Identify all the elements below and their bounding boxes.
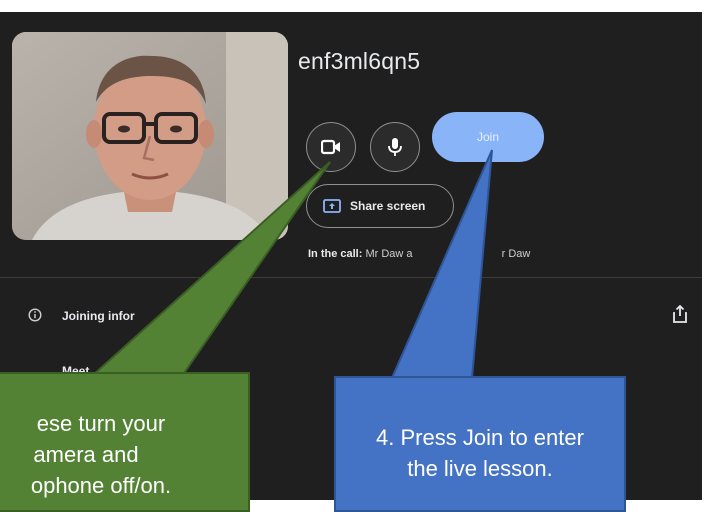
callout-green-line-1: ese turn your: [36, 410, 166, 436]
callout-camera-mic: ese turn your amera and ophone off/on.: [0, 372, 250, 512]
callout-green-line-2: amera and: [33, 441, 139, 467]
blue-callout-pointer: [390, 149, 493, 379]
callout-join: 4. Press Join to enter the live lesson.: [334, 376, 626, 512]
callout-green-line-3: ophone off/on.: [30, 472, 172, 498]
green-callout-pointer: [89, 161, 331, 377]
callout-blue-line-2: the live lesson.: [407, 456, 553, 481]
callout-blue-line-1: 4. Press Join to enter: [376, 425, 584, 450]
